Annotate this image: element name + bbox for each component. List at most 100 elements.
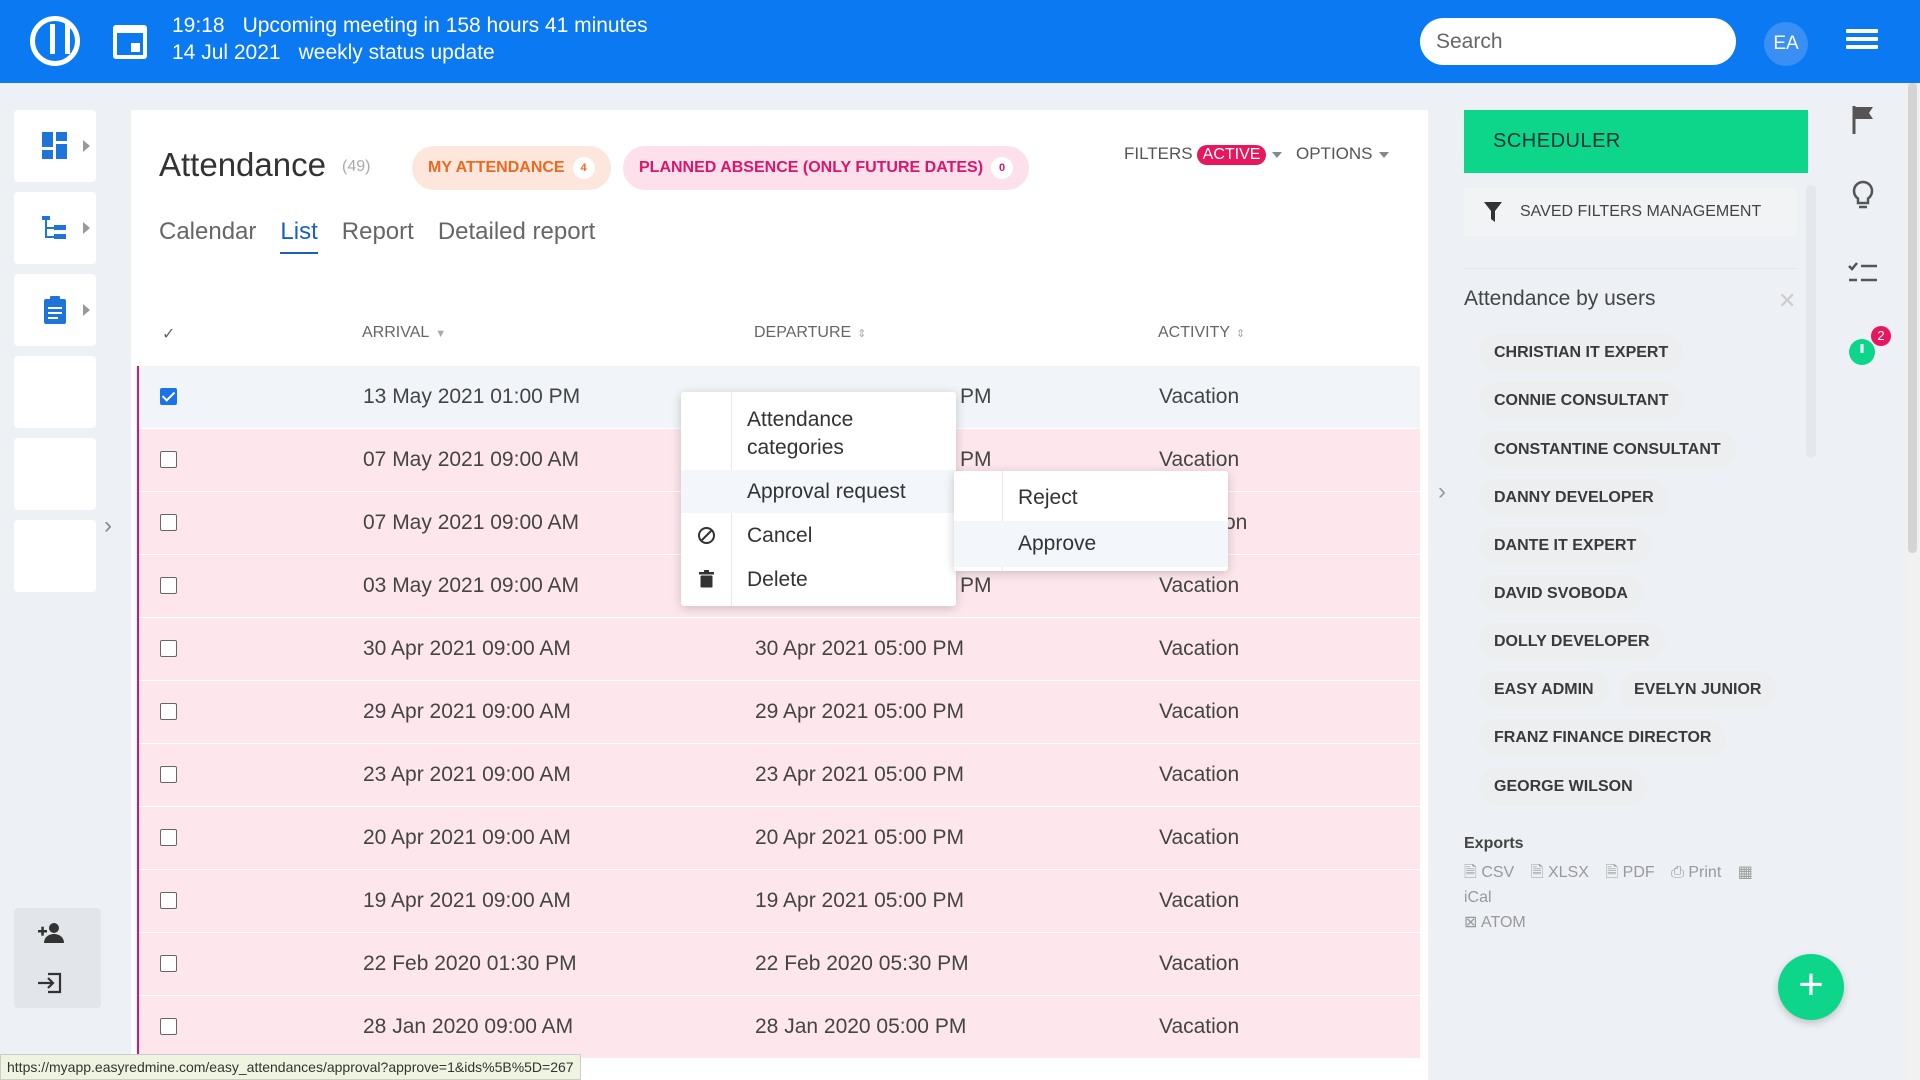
close-icon[interactable]: ✕ [1778, 288, 1796, 314]
table-row[interactable]: 20 Apr 2021 09:00 AM 20 Apr 2021 05:00 P… [139, 807, 1420, 870]
panel-expand-icon[interactable]: › [1438, 478, 1446, 506]
menu-item-approval-request[interactable]: Approval request [681, 470, 956, 513]
export-xlsx-link[interactable]: 🗎 XLSX [1531, 864, 1595, 881]
arrival-cell: 13 May 2021 01:00 PM [363, 385, 581, 408]
export-pdf-link[interactable]: 🗎 PDF [1605, 864, 1660, 881]
table-row[interactable]: 19 Apr 2021 09:00 AM 19 Apr 2021 05:00 P… [139, 870, 1420, 933]
table-row[interactable]: 30 Apr 2021 09:00 AM 30 Apr 2021 05:00 P… [139, 618, 1420, 681]
checklist-icon[interactable] [1845, 256, 1881, 292]
row-checkbox[interactable] [160, 640, 177, 657]
flag-icon[interactable] [1845, 102, 1881, 138]
column-header-arrival[interactable]: ARRIVAL ▼ [362, 324, 446, 342]
user-filter-chip[interactable]: CONSTANTINE CONSULTANT [1479, 431, 1736, 469]
row-checkbox[interactable] [160, 451, 177, 468]
trash-icon [699, 570, 714, 588]
tab-list[interactable]: List [280, 218, 318, 254]
tab-detailed-report[interactable]: Detailed report [438, 218, 595, 252]
user-filter-chip[interactable]: EASY ADMIN [1479, 671, 1609, 709]
user-filter-chip[interactable]: CONNIE CONSULTANT [1479, 382, 1684, 420]
planned-absence-button[interactable]: PLANNED ABSENCE (ONLY FUTURE DATES) 0 [623, 146, 1030, 190]
menu-item-reject[interactable]: Reject [954, 475, 1228, 521]
add-button[interactable]: + [1778, 954, 1844, 1020]
activity-cell: Vacation [1159, 763, 1240, 786]
export-label: ATOM [1480, 914, 1526, 931]
sidebar-dashboard-button[interactable] [14, 110, 96, 182]
row-checkbox[interactable] [160, 892, 177, 909]
column-header-activity[interactable]: ACTIVITY ⇕ [1158, 324, 1245, 342]
scheduler-button[interactable]: SCHEDULER [1464, 110, 1808, 173]
page-scrollbar[interactable] [1905, 83, 1920, 1080]
arrival-cell: 20 Apr 2021 09:00 AM [363, 826, 571, 849]
menu-item-label: Cancel [747, 524, 813, 547]
export-print-link[interactable]: ⎙ Print [1671, 864, 1727, 881]
select-all-checkmark[interactable]: ✓ [162, 324, 175, 344]
row-checkbox[interactable] [160, 514, 177, 531]
lightbulb-icon[interactable] [1845, 178, 1881, 214]
row-checkbox[interactable] [160, 577, 177, 594]
caret-down-icon [1272, 151, 1283, 158]
hamburger-menu-icon[interactable] [1846, 29, 1878, 54]
user-filter-chip[interactable]: DANTE IT EXPERT [1479, 527, 1652, 565]
table-row[interactable]: 28 Jan 2020 09:00 AM 28 Jan 2020 05:00 P… [139, 996, 1420, 1059]
filters-active-badge: ACTIVE [1196, 145, 1267, 165]
arrival-cell: 29 Apr 2021 09:00 AM [363, 700, 571, 723]
departure-cell: 28 Jan 2020 05:00 PM [755, 1015, 967, 1038]
sidebar-empty-slot[interactable] [14, 356, 96, 428]
arrival-cell: 07 May 2021 09:00 AM [363, 448, 579, 471]
user-avatar[interactable]: EA [1764, 22, 1808, 66]
export-csv-link[interactable]: 🗎 CSV [1464, 864, 1520, 881]
table-row[interactable]: 22 Feb 2020 01:30 PM 22 Feb 2020 05:30 P… [139, 933, 1420, 996]
row-checkbox[interactable] [160, 388, 177, 405]
user-filter-chip[interactable]: EVELYN JUNIOR [1619, 671, 1777, 709]
column-header-departure[interactable]: DEPARTURE ⇕ [754, 324, 866, 342]
meeting-details-line[interactable]: 14 Jul 2021 weekly status update [172, 41, 495, 65]
table-row[interactable]: 29 Apr 2021 09:00 AM 29 Apr 2021 05:00 P… [139, 681, 1420, 744]
hierarchy-icon [42, 216, 66, 239]
filters-toggle[interactable]: FILTERS ACTIVE [1124, 144, 1283, 165]
menu-item-cancel[interactable]: Cancel [681, 514, 956, 557]
export-label: CSV [1481, 864, 1515, 881]
upcoming-meeting-line[interactable]: 19:18 Upcoming meeting in 158 hours 41 mi… [172, 14, 648, 38]
add-user-icon[interactable] [38, 922, 66, 944]
row-checkbox[interactable] [160, 829, 177, 846]
ban-icon [698, 527, 715, 544]
sidebar-tree-button[interactable] [14, 192, 96, 264]
app-logo-icon[interactable] [30, 16, 80, 66]
user-filter-chip[interactable]: DOLLY DEVELOPER [1479, 623, 1665, 661]
exports-title: Exports [1464, 835, 1524, 852]
user-filter-chip[interactable]: CHRISTIAN IT EXPERT [1479, 334, 1684, 372]
chevron-right-icon [83, 140, 90, 152]
export-atom-link[interactable]: ⊠ ATOM [1464, 914, 1532, 931]
panel-scrollbar[interactable] [1806, 185, 1816, 458]
tab-report[interactable]: Report [342, 218, 414, 252]
user-filter-chip[interactable]: GEORGE WILSON [1479, 768, 1648, 806]
menu-item-delete[interactable]: Delete [681, 558, 956, 601]
options-toggle[interactable]: OPTIONS [1296, 144, 1389, 164]
row-checkbox[interactable] [160, 766, 177, 783]
calendar-icon[interactable] [113, 25, 147, 59]
menu-item-approve[interactable]: Approve [954, 521, 1228, 567]
row-checkbox[interactable] [160, 1018, 177, 1035]
saved-filters-management-button[interactable]: SAVED FILTERS MANAGEMENT [1464, 187, 1797, 237]
export-label: XLSX [1547, 864, 1589, 881]
activity-header-label: ACTIVITY [1158, 324, 1231, 341]
sidebar-expand-icon[interactable]: › [104, 512, 118, 539]
row-checkbox[interactable] [160, 955, 177, 972]
table-row[interactable]: 23 Apr 2021 09:00 AM 23 Apr 2021 05:00 P… [139, 744, 1420, 807]
tab-calendar[interactable]: Calendar [159, 218, 256, 252]
menu-item-attendance-categories[interactable]: Attendance categories [681, 406, 956, 462]
user-filter-chip[interactable]: FRANZ FINANCE DIRECTOR [1479, 719, 1727, 757]
top-bar: 19:18 Upcoming meeting in 158 hours 41 mi… [0, 0, 1920, 83]
view-tabs: Calendar List Report Detailed report [159, 218, 619, 254]
user-filter-chip[interactable]: DANNY DEVELOPER [1479, 479, 1669, 517]
user-filter-chip[interactable]: DAVID SVOBODA [1479, 575, 1643, 613]
sidebar-empty-slot[interactable] [14, 438, 96, 510]
search-input[interactable] [1420, 18, 1736, 65]
activity-cell: Vacation [1159, 574, 1240, 597]
sign-in-icon[interactable] [38, 972, 62, 994]
sidebar-tasks-button[interactable] [14, 274, 96, 346]
divider [1464, 268, 1797, 269]
my-attendance-button[interactable]: MY ATTENDANCE 4 [412, 146, 611, 190]
sidebar-empty-slot[interactable] [14, 520, 96, 592]
row-checkbox[interactable] [160, 703, 177, 720]
